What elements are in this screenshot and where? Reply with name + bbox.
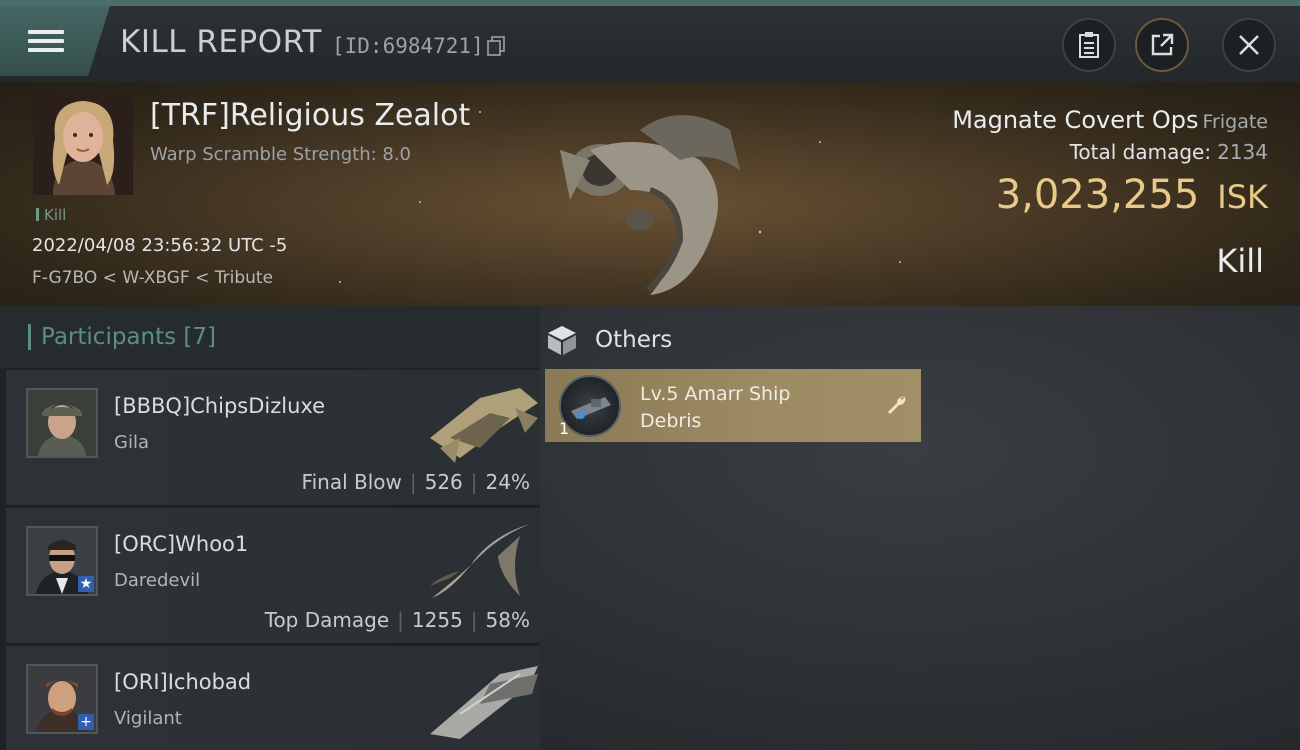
participant-ship-image [430,388,538,463]
wrench-icon[interactable] [885,393,909,417]
victim-ship-image[interactable] [530,90,770,300]
participant-name[interactable]: [ORC]Whoo1 [114,532,248,556]
report-id: [ID:6984721] [332,34,484,58]
participant-percent: 24% [485,470,530,494]
close-button[interactable] [1222,18,1276,72]
participant-row[interactable]: ★ [ORC]Whoo1 Daredevil Top Damage | 1255 | 5… [6,508,540,644]
kill-tag: Kill [36,206,66,224]
avatar[interactable]: + [26,664,98,734]
participants-header: Participants [7] [0,306,540,368]
share-icon [1151,33,1174,56]
participant-damage: 526 [424,470,463,494]
participant-name[interactable]: [BBBQ]ChipsDizluxe [114,394,325,418]
header-bar: KILL REPORT [ID:6984721] [0,6,1300,82]
avatar[interactable] [26,388,98,458]
share-button[interactable] [1135,18,1189,72]
loot-item-card[interactable]: 1 Lv.5 Amarr Ship Debris [545,369,921,442]
participant-percent: 58% [485,608,530,632]
participant-ship-image [430,524,530,598]
avatar[interactable]: ★ [26,526,98,596]
warp-scramble-strength: Warp Scramble Strength: 8.0 [150,144,412,165]
participants-panel: Participants [7] [BBBQ]ChipsDizluxe Gila… [0,306,540,750]
participant-ship-image [430,666,538,739]
participant-damage: 1255 [411,608,463,632]
others-header: Others [545,318,672,362]
kill-location: F-G7BO < W-XBGF < Tribute [32,268,274,288]
isk-value: 3,023,255 ISK [995,172,1268,218]
participant-ship: Daredevil [114,570,201,591]
participant-name[interactable]: [ORI]Ichobad [114,670,251,694]
corp-badge-icon: ★ [78,576,94,592]
loot-item-quantity: 1 [559,419,570,438]
clipboard-icon [1079,32,1099,58]
menu-icon [28,25,64,57]
participant-ship: Gila [114,432,149,453]
total-damage: Total damage: 2134 [1069,140,1268,164]
kill-datetime: 2022/04/08 23:56:32 UTC -5 [32,235,288,256]
participant-stats: Top Damage | 1255 | 58% [264,608,530,632]
cargo-box-icon [548,326,576,355]
participant-role: Top Damage [264,608,390,632]
participant-ship: Vigilant [114,708,182,729]
clipboard-button[interactable] [1062,18,1116,72]
menu-button[interactable] [0,6,110,76]
victim-portrait[interactable] [33,93,133,195]
victim-banner: [TRF]Religious Zealot Warp Scramble Stre… [0,82,1300,306]
participant-role: Final Blow [301,470,402,494]
close-icon [1239,35,1259,55]
victim-ship-name: Magnate Covert Ops Frigate [952,106,1268,134]
participant-stats: Final Blow | 526 | 24% [301,470,530,494]
loot-item-name: Lv.5 Amarr Ship Debris [640,383,791,432]
page-title: KILL REPORT [120,24,322,60]
victim-name[interactable]: [TRF]Religious Zealot [150,98,470,133]
copy-icon[interactable] [487,36,505,56]
participant-row[interactable]: + [ORI]Ichobad Vigilant [6,646,540,750]
participant-row[interactable]: [BBBQ]ChipsDizluxe Gila Final Blow | 526 | 2… [6,370,540,506]
result-label: Kill [1216,242,1264,280]
corp-badge-icon: + [78,714,94,730]
